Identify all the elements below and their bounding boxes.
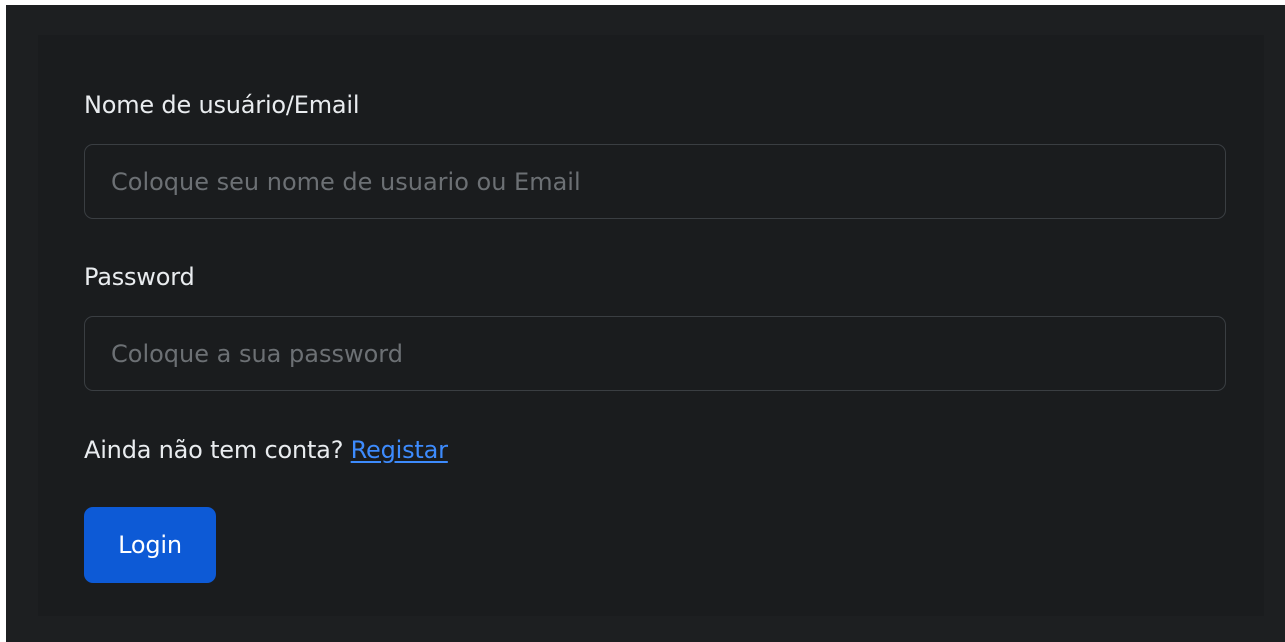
- username-label: Nome de usuário/Email: [84, 91, 360, 119]
- page-background: Nome de usuário/Email Password Ainda não…: [6, 5, 1285, 642]
- register-link[interactable]: Registar: [351, 436, 448, 464]
- register-prompt-line: Ainda não tem conta? Registar: [84, 435, 448, 465]
- login-button[interactable]: Login: [84, 507, 216, 583]
- password-input[interactable]: [84, 316, 1226, 391]
- password-label: Password: [84, 263, 195, 291]
- login-form: Nome de usuário/Email Password Ainda não…: [38, 35, 1264, 616]
- register-prompt-text: Ainda não tem conta?: [84, 436, 351, 464]
- username-input[interactable]: [84, 144, 1226, 219]
